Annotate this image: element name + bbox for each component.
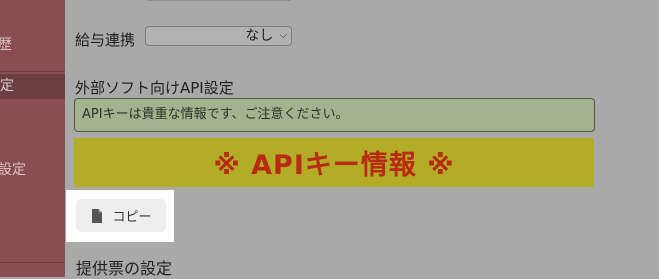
payroll-link-label: 給与連携 [75, 31, 136, 49]
api-settings-heading: 外部ソフト向けAPI設定 [75, 79, 234, 97]
chevron-down-icon: ⌵ [279, 30, 287, 41]
api-key-banner-text: ※ APIキー情報 ※ [213, 150, 455, 181]
sidebar-divider [0, 71, 65, 72]
api-key-banner: ※ APIキー情報 ※ [74, 138, 594, 187]
sidebar-item-settings[interactable]: 設定 [0, 159, 26, 179]
sidebar-divider [0, 262, 65, 263]
sidebar-divider [0, 98, 65, 99]
sidebar-item-history[interactable]: 歴 [0, 34, 12, 54]
text-input-partial[interactable] [146, 0, 293, 1]
api-key-notice: APIキーは貴重な情報です、ご注意ください。 [74, 98, 595, 132]
copy-button[interactable]: コピー [76, 199, 166, 232]
select-value: なし [245, 28, 274, 44]
payroll-link-select[interactable]: なし ⌵ [145, 26, 292, 46]
sidebar-item-settings-active[interactable]: 定 [0, 74, 65, 98]
copy-button-label: コピー [112, 210, 152, 225]
sidebar-item-label: 定 [0, 78, 14, 94]
invoice-settings-heading: 提供票の設定 [76, 259, 173, 278]
document-icon [92, 208, 103, 223]
sidebar: 歴 定 設定 [0, 0, 65, 277]
